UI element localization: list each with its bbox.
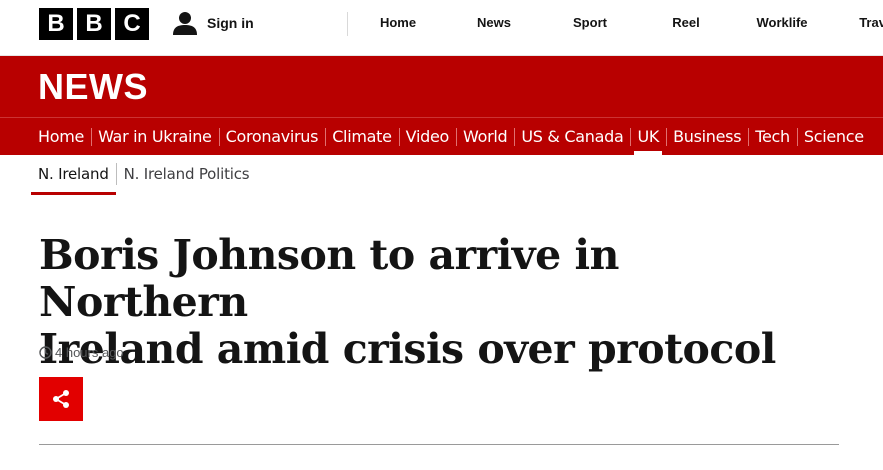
headline-line-2: Ireland amid crisis over protocol	[39, 325, 776, 373]
section-nav-item-tech: Tech	[748, 118, 797, 155]
article-timestamp: 4 hours ago	[39, 345, 124, 360]
share-button[interactable]	[39, 377, 83, 421]
user-icon	[173, 12, 197, 35]
top-bar: B B C Sign in Home News Sport Reel Workl…	[0, 0, 883, 56]
news-logo[interactable]: NEWS	[38, 66, 148, 108]
divider	[347, 12, 348, 36]
section-nav-link[interactable]: Video	[399, 118, 456, 155]
section-nav-link[interactable]: Tech	[748, 118, 797, 155]
share-icon	[53, 390, 69, 408]
section-nav-item-science: Science	[796, 118, 871, 155]
top-nav-home[interactable]: Home	[350, 0, 446, 46]
news-banner: NEWS	[0, 56, 883, 117]
top-nav: Home News Sport Reel Worklife Travel	[350, 0, 883, 46]
section-nav-item-business: Business	[666, 118, 748, 155]
top-nav-travel[interactable]: Travel	[830, 0, 883, 46]
section-nav-item-climate: Climate	[325, 118, 398, 155]
sub-nav-n-ireland[interactable]: N. Ireland	[31, 159, 116, 195]
section-nav-link[interactable]: Business	[666, 118, 748, 155]
section-nav-link[interactable]: World	[456, 118, 514, 155]
bbc-logo-block-3: C	[115, 8, 149, 40]
top-nav-worklife[interactable]: Worklife	[734, 0, 830, 46]
section-nav-link[interactable]: War in Ukraine	[91, 118, 219, 155]
section-nav-item-world: World	[456, 118, 514, 155]
section-nav-item-us-canada: US & Canada	[514, 118, 630, 155]
bbc-logo-block-1: B	[39, 8, 73, 40]
section-nav-link[interactable]: Coronavirus	[219, 118, 326, 155]
top-nav-sport[interactable]: Sport	[542, 0, 638, 46]
sub-nav: N. Ireland N. Ireland Politics	[31, 159, 257, 195]
section-nav-link[interactable]: US & Canada	[514, 118, 630, 155]
top-nav-reel[interactable]: Reel	[638, 0, 734, 46]
section-nav-link[interactable]: Climate	[325, 118, 398, 155]
bbc-logo-block-2: B	[77, 8, 111, 40]
section-divider	[39, 444, 839, 445]
section-nav: Home War in Ukraine Coronavirus Climate …	[0, 117, 883, 155]
sign-in-link[interactable]: Sign in	[172, 10, 254, 36]
sign-in-label: Sign in	[207, 15, 254, 31]
top-nav-news[interactable]: News	[446, 0, 542, 46]
sub-nav-n-ireland-politics[interactable]: N. Ireland Politics	[117, 159, 257, 192]
section-nav-item-uk: UK	[630, 118, 666, 155]
clock-icon	[39, 346, 52, 359]
section-nav-item-video: Video	[398, 118, 456, 155]
headline-line-1: Boris Johnson to arrive in Northern	[39, 231, 619, 326]
section-nav-item-coronavirus: Coronavirus	[218, 118, 326, 155]
timestamp-text: 4 hours ago	[55, 345, 124, 360]
section-nav-item-war-in-ukraine: War in Ukraine	[91, 118, 219, 155]
section-nav-link[interactable]: Science	[797, 118, 871, 155]
section-nav-link[interactable]: UK	[630, 118, 666, 155]
article-headline: Boris Johnson to arrive in Northern Irel…	[39, 232, 839, 373]
section-nav-item-home: Home	[31, 118, 91, 155]
bbc-logo[interactable]: B B C	[39, 8, 149, 40]
section-nav-link[interactable]: Home	[31, 118, 91, 155]
